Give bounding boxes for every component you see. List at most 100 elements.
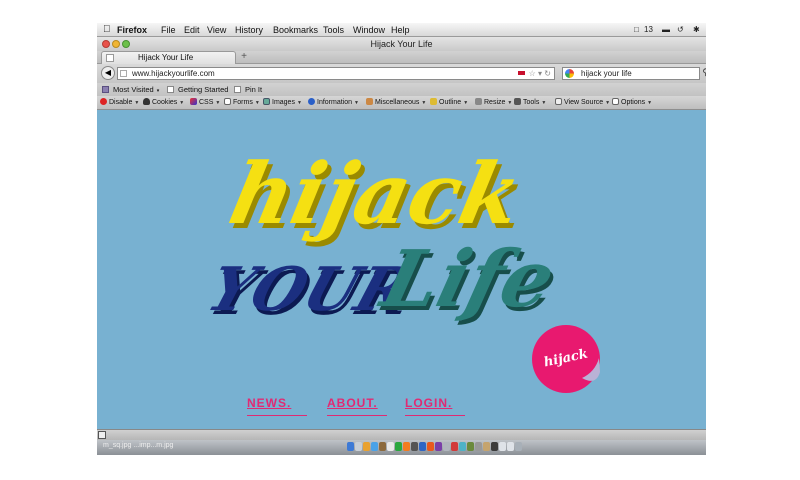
trash-icon[interactable]: [515, 442, 522, 451]
images-icon: [263, 98, 270, 105]
zoom-window-icon[interactable]: [122, 40, 130, 48]
terminal-icon[interactable]: [411, 442, 418, 451]
status-bar: [97, 429, 706, 440]
dashboard-icon[interactable]: [355, 442, 362, 451]
cookies-icon: [143, 98, 150, 105]
miscellaneous-icon: [366, 98, 373, 105]
battery-count[interactable]: 13: [644, 25, 653, 34]
tab-hijack-your-life[interactable]: Hijack Your Life: [101, 51, 236, 64]
bookmarks-bar: Most Visited ▾ Getting Started Pin It: [97, 83, 706, 96]
address-book-icon[interactable]: [387, 442, 394, 451]
tools-icon: [514, 98, 521, 105]
app-icon-green[interactable]: [467, 442, 474, 451]
flag-icon[interactable]: [517, 70, 527, 76]
page-content: hijack hijack YOUR YOUR Life Life hijack…: [97, 110, 706, 429]
app-icon-dark[interactable]: [491, 442, 498, 451]
menu-window[interactable]: Window: [353, 25, 385, 35]
bookmark-star-icon[interactable]: ☆: [529, 69, 536, 78]
dev-cookies[interactable]: Cookies ▼: [143, 96, 184, 110]
minimize-window-icon[interactable]: [112, 40, 120, 48]
app-icon-red[interactable]: [451, 442, 458, 451]
back-button[interactable]: ◀: [101, 66, 115, 80]
app-icon-grey[interactable]: [475, 442, 482, 451]
dock: m_sq.jpg ...imp...m.jpg: [97, 440, 706, 455]
preferences-icon[interactable]: [443, 442, 450, 451]
site-identity-icon[interactable]: [120, 70, 127, 77]
dev-resize[interactable]: Resize ▼: [475, 96, 512, 110]
dev-information[interactable]: Information ▼: [308, 96, 359, 110]
status-box-icon[interactable]: [98, 431, 106, 439]
menu-history[interactable]: History: [235, 25, 263, 35]
menu-tools[interactable]: Tools: [323, 25, 344, 35]
tab-label: Hijack Your Life: [138, 53, 194, 62]
facetime-icon[interactable]: [395, 442, 402, 451]
options-icon: [612, 98, 619, 105]
page-icon: [234, 86, 241, 93]
app-icon-tan[interactable]: [483, 442, 490, 451]
dev-options[interactable]: Options ▼: [612, 96, 652, 110]
dev-forms[interactable]: Forms ▼: [224, 96, 260, 110]
menu-app[interactable]: Firefox: [117, 25, 147, 35]
time-machine-icon[interactable]: ↺: [677, 25, 684, 34]
google-icon[interactable]: [565, 69, 574, 78]
web-developer-toolbar: Disable ▼ Cookies ▼ CSS ▼ Forms ▼ Images ▼ In…: [97, 96, 706, 110]
stack-icon[interactable]: [499, 442, 506, 451]
css-icon: [190, 98, 197, 105]
information-icon: [308, 98, 315, 105]
nav-login-link[interactable]: LOGIN.: [405, 396, 465, 416]
photoshop-icon[interactable]: [419, 442, 426, 451]
illustrator-icon[interactable]: [427, 442, 434, 451]
menu-bar:  Firefox File Edit View History Bookmar…: [97, 23, 706, 37]
menu-bookmarks[interactable]: Bookmarks: [273, 25, 318, 35]
most-visited-icon: [102, 86, 109, 93]
safari-icon[interactable]: [371, 442, 378, 451]
menu-view[interactable]: View: [207, 25, 226, 35]
stack-icon-2[interactable]: [507, 442, 514, 451]
dev-tools[interactable]: Tools ▼: [514, 96, 546, 110]
finder-icon[interactable]: [347, 442, 354, 451]
search-bar[interactable]: hijack your life ⚲: [562, 67, 706, 80]
nav-news-link[interactable]: NEWS.: [247, 396, 307, 416]
dev-css[interactable]: CSS ▼: [190, 96, 220, 110]
outline-icon: [430, 98, 437, 105]
hijack-sticker[interactable]: hijack: [532, 325, 600, 393]
desktop-file-label[interactable]: m_sq.jpg ...imp...m.jpg: [103, 442, 173, 449]
page-favicon-icon: [106, 54, 114, 62]
back-arrow-icon: ◀: [104, 68, 112, 77]
adobe-icon[interactable]: □: [634, 25, 639, 34]
navigation-bar: ◀ www.hijackyourlife.com ☆ ▾ ↻ hijack yo…: [97, 64, 706, 83]
url-text: www.hijackyourlife.com: [132, 69, 215, 78]
bookmark-pin-it[interactable]: Pin It: [234, 83, 262, 96]
ical-icon[interactable]: [379, 442, 386, 451]
reload-icon[interactable]: ↻: [544, 69, 551, 78]
app-icon-cyan[interactable]: [459, 442, 466, 451]
new-tab-button[interactable]: +: [238, 52, 250, 63]
dev-outline[interactable]: Outline ▼: [430, 96, 468, 110]
dev-view-source[interactable]: View Source ▼: [555, 96, 610, 110]
view-source-icon: [555, 98, 562, 105]
close-window-icon[interactable]: [102, 40, 110, 48]
display-icon[interactable]: ▬: [662, 25, 670, 34]
bookmark-getting-started[interactable]: Getting Started: [167, 83, 228, 96]
dev-miscellaneous[interactable]: Miscellaneous ▼: [366, 96, 426, 110]
tab-bar: Hijack Your Life +: [97, 51, 706, 64]
dropdown-arrow-icon[interactable]: ▾: [538, 69, 542, 78]
hijack-your-life-logo: hijack hijack YOUR YOUR Life Life hijack: [199, 145, 600, 393]
itunes-icon[interactable]: [435, 442, 442, 451]
dev-disable[interactable]: Disable ▼: [100, 96, 139, 110]
apple-icon[interactable]: : [103, 24, 111, 35]
menu-file[interactable]: File: [161, 25, 176, 35]
window-title: Hijack Your Life: [370, 39, 433, 49]
search-icon[interactable]: ⚲: [702, 67, 706, 78]
search-text: hijack your life: [581, 69, 632, 78]
mail-icon[interactable]: [363, 442, 370, 451]
url-bar[interactable]: www.hijackyourlife.com ☆ ▾ ↻: [117, 67, 555, 80]
bluetooth-icon[interactable]: ✱: [693, 25, 700, 34]
firefox-icon[interactable]: [403, 442, 410, 451]
menu-edit[interactable]: Edit: [184, 25, 200, 35]
menu-help[interactable]: Help: [391, 25, 410, 35]
nav-about-link[interactable]: ABOUT.: [327, 396, 387, 416]
title-bar: Hijack Your Life: [97, 37, 706, 51]
logo-life-text: Life: [371, 233, 563, 325]
dev-images[interactable]: Images ▼: [263, 96, 302, 110]
